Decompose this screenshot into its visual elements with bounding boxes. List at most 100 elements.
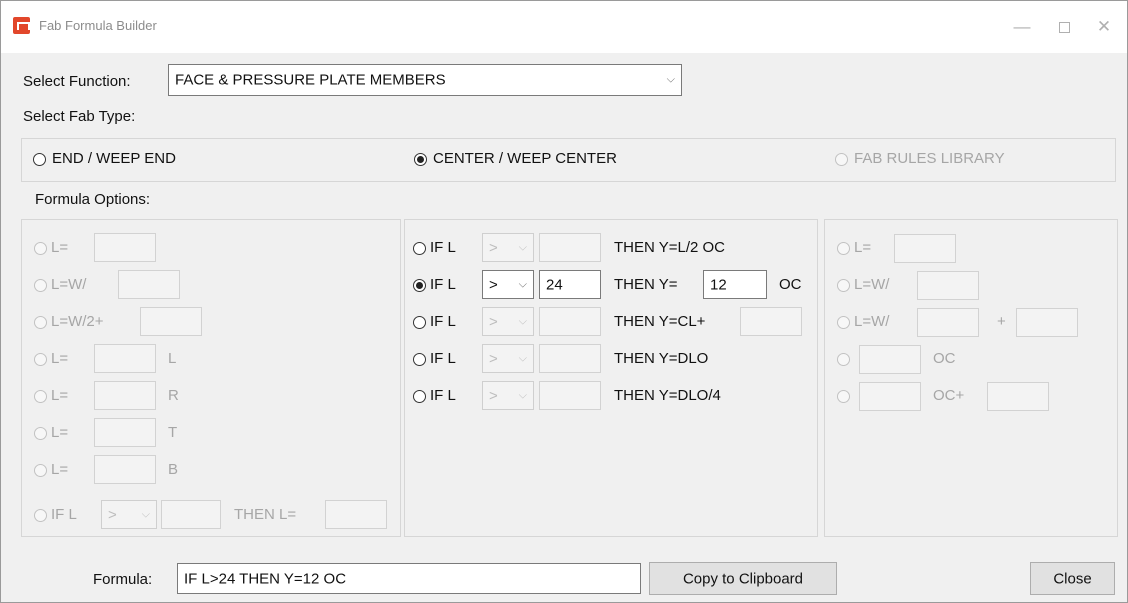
middle-operator-dropdown[interactable]: > ⌵ <box>482 344 534 373</box>
left-option-label: L= <box>51 239 69 256</box>
close-button[interactable]: Close <box>1030 562 1115 595</box>
middle-options-group <box>404 219 818 537</box>
radio-end-weep-end[interactable] <box>33 153 46 166</box>
left-if-operator-dropdown[interactable]: > ⌵ <box>101 500 157 529</box>
fab-formula-builder-window: Fab Formula Builder — ✕ Select Function:… <box>0 0 1128 603</box>
left-option-radio[interactable] <box>34 427 47 440</box>
title-bar[interactable]: Fab Formula Builder — ✕ <box>1 1 1127 53</box>
middle-value-input[interactable] <box>539 344 601 373</box>
right-option-input-2[interactable] <box>1016 308 1078 337</box>
left-option-label: L=W/2+ <box>51 313 104 330</box>
close-window-button[interactable]: ✕ <box>1089 13 1119 41</box>
right-option-input[interactable] <box>917 308 979 337</box>
right-option-input-2[interactable] <box>987 382 1049 411</box>
right-option-suffix: OC+ <box>933 387 965 404</box>
right-option-radio[interactable] <box>837 279 850 292</box>
left-option-label: L= <box>51 350 69 367</box>
middle-option-radio[interactable] <box>413 242 426 255</box>
window-title: Fab Formula Builder <box>39 18 157 33</box>
maximize-icon <box>1058 22 1070 34</box>
select-function-value: FACE & PRESSURE PLATE MEMBERS <box>175 71 446 89</box>
left-option-input[interactable] <box>94 233 156 262</box>
operator-value: > <box>489 239 498 256</box>
left-option-label: L= <box>51 387 69 404</box>
middle-option-label: IF L <box>430 239 456 256</box>
right-option-input[interactable] <box>894 234 956 263</box>
formula-input[interactable]: IF L>24 THEN Y=12 OC <box>177 563 641 594</box>
right-option-input[interactable] <box>917 271 979 300</box>
center-weep-center-label: CENTER / WEEP CENTER <box>433 150 617 167</box>
middle-cl-input[interactable] <box>740 307 802 336</box>
middle-operator-dropdown[interactable]: > ⌵ <box>482 381 534 410</box>
right-option-radio[interactable] <box>837 390 850 403</box>
left-option-input[interactable] <box>94 418 156 447</box>
middle-option-label: IF L <box>430 276 456 293</box>
chevron-down-icon: ⌵ <box>518 278 527 290</box>
left-option-radio[interactable] <box>34 316 47 329</box>
left-options-group <box>21 219 401 537</box>
left-option-input[interactable] <box>94 455 156 484</box>
left-option-radio[interactable] <box>34 390 47 403</box>
middle-option-radio[interactable] <box>413 279 426 292</box>
middle-result-input[interactable]: 12 <box>703 270 767 299</box>
end-weep-end-label: END / WEEP END <box>52 150 176 167</box>
left-if-value-input[interactable] <box>161 500 221 529</box>
select-function-dropdown[interactable]: FACE & PRESSURE PLATE MEMBERS ⌵ <box>168 64 682 96</box>
chevron-down-icon: ⌵ <box>518 241 527 253</box>
middle-then-label: THEN Y=L/2 OC <box>614 239 726 256</box>
middle-value-input[interactable] <box>539 307 601 336</box>
radio-center-weep-center[interactable] <box>414 153 427 166</box>
right-option-input[interactable] <box>859 345 921 374</box>
right-option-radio[interactable] <box>837 353 850 366</box>
chevron-down-icon: ⌵ <box>518 352 527 364</box>
minimize-button[interactable]: — <box>1007 13 1037 41</box>
right-options-group <box>824 219 1118 537</box>
app-icon <box>13 17 30 34</box>
middle-value-input[interactable] <box>539 381 601 410</box>
middle-operator-dropdown[interactable]: > ⌵ <box>482 233 534 262</box>
chevron-down-icon: ⌵ <box>666 73 675 86</box>
left-option-radio[interactable] <box>34 279 47 292</box>
left-option-radio[interactable] <box>34 242 47 255</box>
middle-option-radio[interactable] <box>413 390 426 403</box>
middle-option-label: IF L <box>430 350 456 367</box>
middle-result-text: 12 <box>710 276 727 293</box>
operator-value: > <box>489 387 498 404</box>
formula-label: Formula: <box>93 571 153 588</box>
left-option-label: L=W/ <box>51 276 87 293</box>
middle-operator-dropdown[interactable]: > ⌵ <box>482 270 534 299</box>
middle-option-radio[interactable] <box>413 316 426 329</box>
formula-value: IF L>24 THEN Y=12 OC <box>184 570 347 587</box>
left-option-input[interactable] <box>118 270 180 299</box>
left-option-input[interactable] <box>94 381 156 410</box>
middle-value-input[interactable]: 24 <box>539 270 601 299</box>
chevron-down-icon: ⌵ <box>518 315 527 327</box>
left-if-radio[interactable] <box>34 509 47 522</box>
fab-rules-library-label: FAB RULES LIBRARY <box>854 150 1005 167</box>
middle-operator-dropdown[interactable]: > ⌵ <box>482 307 534 336</box>
left-if-result-input[interactable] <box>325 500 387 529</box>
right-option-radio[interactable] <box>837 316 850 329</box>
radio-fab-rules-library[interactable] <box>835 153 848 166</box>
right-option-input[interactable] <box>859 382 921 411</box>
operator-value: > <box>489 350 498 367</box>
left-option-suffix: R <box>168 387 179 404</box>
middle-value-text: 24 <box>546 276 563 293</box>
copy-to-clipboard-button[interactable]: Copy to Clipboard <box>649 562 837 595</box>
right-option-label: L=W/ <box>854 313 890 330</box>
middle-value-input[interactable] <box>539 233 601 262</box>
left-option-suffix: L <box>168 350 177 367</box>
middle-then-label: THEN Y=DLO/4 <box>614 387 721 404</box>
middle-option-radio[interactable] <box>413 353 426 366</box>
left-option-radio[interactable] <box>34 464 47 477</box>
left-option-suffix: B <box>168 461 179 478</box>
close-button-label: Close <box>1053 570 1092 587</box>
operator-value: > <box>489 313 498 330</box>
left-option-input[interactable] <box>140 307 202 336</box>
right-option-label: L= <box>854 239 872 256</box>
left-option-suffix: T <box>168 424 178 441</box>
maximize-button[interactable] <box>1049 13 1079 41</box>
left-option-radio[interactable] <box>34 353 47 366</box>
left-option-input[interactable] <box>94 344 156 373</box>
right-option-radio[interactable] <box>837 242 850 255</box>
